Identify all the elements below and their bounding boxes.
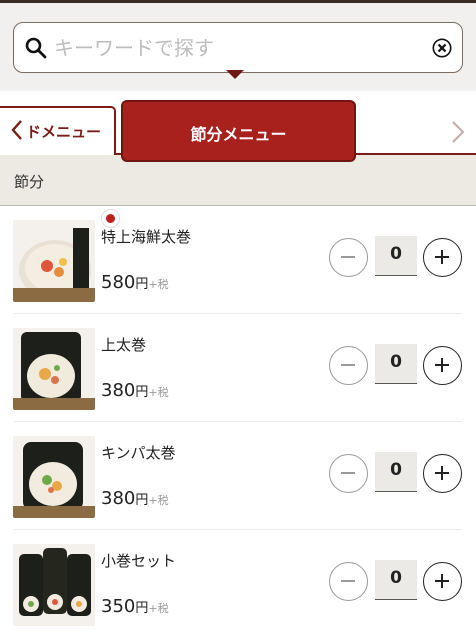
quantity-value: 0 — [390, 460, 402, 480]
plus-icon — [435, 466, 449, 480]
product-row: キンパ太巻 380円+税 0 — [0, 422, 476, 530]
price-tax: +税 — [148, 386, 169, 399]
section-title: 節分 — [14, 173, 45, 191]
product-image — [13, 220, 95, 302]
quantity-field[interactable]: 0 — [375, 452, 417, 492]
product-image — [13, 436, 95, 518]
increase-quantity-button[interactable] — [423, 346, 462, 385]
plus-icon — [435, 358, 449, 372]
product-price: 380円+税 — [101, 488, 169, 509]
quantity-value: 0 — [390, 244, 402, 264]
product-name: 上太巻 — [101, 336, 147, 354]
price-tax: +税 — [148, 494, 169, 507]
tab-active-label: 節分メニュー — [190, 125, 287, 144]
price-unit: 円 — [135, 277, 149, 292]
increase-quantity-button[interactable] — [423, 238, 462, 277]
product-price: 580円+税 — [101, 272, 169, 293]
product-name: キンパ太巻 — [101, 444, 176, 462]
increase-quantity-button[interactable] — [423, 562, 462, 601]
tab-setsubun-menu[interactable]: 節分メニュー — [121, 100, 356, 162]
minus-icon — [341, 256, 355, 258]
price-tax: +税 — [148, 278, 169, 291]
price-value: 350 — [101, 596, 136, 617]
minus-icon — [341, 580, 355, 582]
increase-quantity-button[interactable] — [423, 454, 462, 493]
product-row: 特上海鮮太巻 580円+税 0 — [0, 206, 476, 314]
section-header: 節分 — [0, 155, 476, 206]
decrease-quantity-button[interactable] — [329, 454, 368, 493]
quantity-field[interactable]: 0 — [375, 560, 417, 600]
decrease-quantity-button[interactable] — [329, 238, 368, 277]
product-name: 特上海鮮太巻 — [101, 228, 192, 246]
quantity-field[interactable]: 0 — [375, 344, 417, 384]
product-row: 上太巻 380円+税 0 — [0, 314, 476, 422]
tab-previous-label: ドメニュー — [26, 123, 102, 141]
quantity-value: 0 — [390, 568, 402, 588]
quantity-value: 0 — [390, 352, 402, 372]
plus-icon — [435, 574, 449, 588]
minus-icon — [341, 364, 355, 366]
tab-previous[interactable]: ドメニュー — [0, 106, 116, 155]
chevron-left-icon — [11, 120, 22, 140]
product-image — [13, 544, 95, 626]
price-unit: 円 — [135, 385, 149, 400]
price-unit: 円 — [135, 493, 149, 508]
price-unit: 円 — [135, 601, 149, 616]
plus-icon — [435, 250, 449, 264]
search-input[interactable] — [54, 31, 414, 65]
quantity-field[interactable]: 0 — [375, 236, 417, 276]
price-value: 580 — [101, 272, 136, 293]
price-value: 380 — [101, 488, 136, 509]
active-tab-pointer — [226, 70, 244, 79]
search-box[interactable] — [13, 22, 463, 73]
minus-icon — [341, 472, 355, 474]
price-tax: +税 — [148, 602, 169, 615]
chevron-right-icon[interactable] — [450, 120, 466, 144]
decrease-quantity-button[interactable] — [329, 346, 368, 385]
product-price: 380円+税 — [101, 380, 169, 401]
clear-icon[interactable] — [432, 38, 452, 58]
product-image — [13, 328, 95, 410]
product-price: 350円+税 — [101, 596, 169, 617]
search-icon — [25, 37, 47, 59]
decrease-quantity-button[interactable] — [329, 562, 368, 601]
category-tabs: ドメニュー 節分メニュー — [0, 91, 476, 162]
price-value: 380 — [101, 380, 136, 401]
product-name: 小巻セット — [101, 552, 177, 570]
product-row: 小巻セット 350円+税 0 — [0, 530, 476, 638]
